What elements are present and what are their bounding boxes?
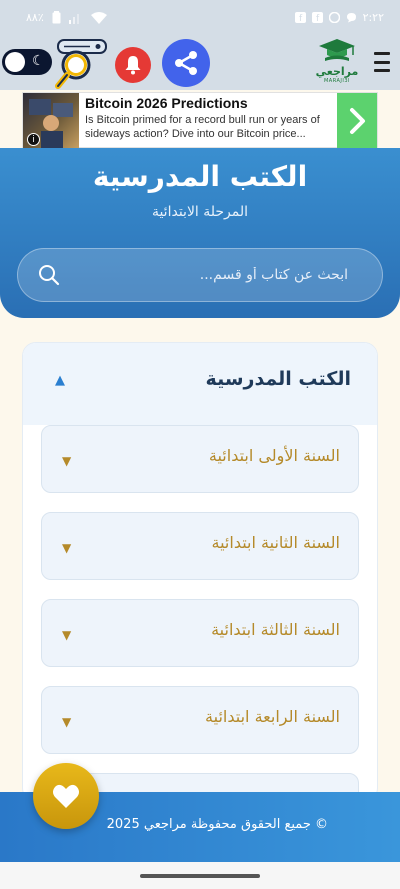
books-accordion: ▲ الكتب المدرسية ▼ السنة الأولى ابتدائية… — [22, 342, 378, 802]
ad-image: i — [23, 93, 79, 149]
notifications-button[interactable] — [115, 47, 151, 83]
menu-button[interactable] — [374, 52, 390, 72]
search-icon[interactable] — [38, 264, 60, 286]
menu-icon-bar — [374, 69, 390, 72]
year-item[interactable]: ▼ السنة الأولى ابتدائية — [41, 425, 359, 493]
ad-description: Is Bitcoin primed for a record bull run … — [85, 114, 320, 140]
page-title: الكتب المدرسية — [92, 160, 308, 193]
home-gesture-handle[interactable] — [140, 874, 260, 878]
share-button[interactable] — [162, 39, 210, 87]
ad-banner[interactable]: i Bitcoin 2026 Predictions Is Bitcoin pr… — [22, 92, 378, 149]
favorites-button[interactable] — [33, 763, 99, 829]
page-subtitle: المرحلة الابتدائية — [151, 204, 249, 220]
search-icon[interactable] — [54, 38, 108, 90]
status-left: ٨٨٪ — [26, 11, 107, 24]
copyright-text: © جميع الحقوق محفوظة مراجعي 2025 — [106, 817, 328, 832]
year-item[interactable]: ▼ السنة الرابعة ابتدائية — [41, 686, 359, 754]
caret-down-icon: ▼ — [62, 541, 72, 555]
accordion-title: الكتب المدرسية — [205, 368, 351, 390]
year-label: السنة الثانية ابتدائية — [211, 533, 340, 552]
brand-logo[interactable]: مراجعي MARAJI3I — [310, 38, 364, 88]
chevron-right-icon — [350, 108, 365, 134]
year-item[interactable]: ▼ السنة الثانية ابتدائية — [41, 512, 359, 580]
year-label: السنة الأولى ابتدائية — [208, 446, 340, 465]
caret-down-icon: ▼ — [62, 715, 72, 729]
year-item[interactable]: ▼ السنة الثالثة ابتدائية — [41, 599, 359, 667]
share-icon — [175, 51, 197, 75]
whatsapp-icon — [328, 12, 340, 23]
ad-open-button[interactable] — [337, 93, 377, 149]
year-label: السنة الثالثة ابتدائية — [211, 620, 340, 639]
brand-tagline: MARAJI3I — [323, 78, 351, 84]
status-bar: ٨٨٪ f f ٢:٢٢ — [0, 0, 400, 36]
menu-icon-bar — [374, 60, 390, 64]
ad-title: Bitcoin 2026 Predictions — [85, 95, 248, 111]
app-header: ☾ مراجعي MARAJI3I — [0, 36, 400, 90]
year-label: السنة الرابعة ابتدائية — [205, 707, 340, 726]
battery-icon — [52, 11, 61, 24]
signal-icon — [68, 13, 79, 24]
caret-up-icon: ▲ — [55, 373, 65, 388]
moon-icon: ☾ — [32, 53, 45, 69]
menu-icon-bar — [374, 52, 390, 55]
dark-mode-toggle[interactable]: ☾ — [2, 49, 52, 75]
search-input[interactable] — [78, 249, 348, 301]
wifi-icon — [90, 11, 107, 24]
facebook-icon: f — [294, 12, 306, 23]
status-right: f f ٢:٢٢ — [294, 11, 384, 24]
caret-down-icon: ▼ — [62, 628, 72, 642]
search-bar[interactable] — [17, 248, 383, 302]
clock: ٢:٢٢ — [362, 11, 384, 24]
system-navigation-bar — [0, 862, 400, 889]
graduation-cap-icon — [319, 39, 355, 61]
hero-section: الكتب المدرسية المرحلة الابتدائية — [0, 148, 400, 318]
battery-level: ٨٨٪ — [26, 11, 44, 24]
facebook-icon: f — [311, 12, 323, 23]
heart-icon — [53, 784, 79, 808]
messenger-icon — [346, 13, 356, 23]
toggle-knob — [5, 52, 25, 72]
ad-info-icon[interactable]: i — [27, 133, 40, 146]
caret-down-icon: ▼ — [62, 454, 72, 468]
brand-name: مراجعي — [315, 65, 359, 78]
bell-icon — [125, 56, 141, 75]
accordion-header[interactable]: ▲ الكتب المدرسية — [23, 343, 377, 425]
